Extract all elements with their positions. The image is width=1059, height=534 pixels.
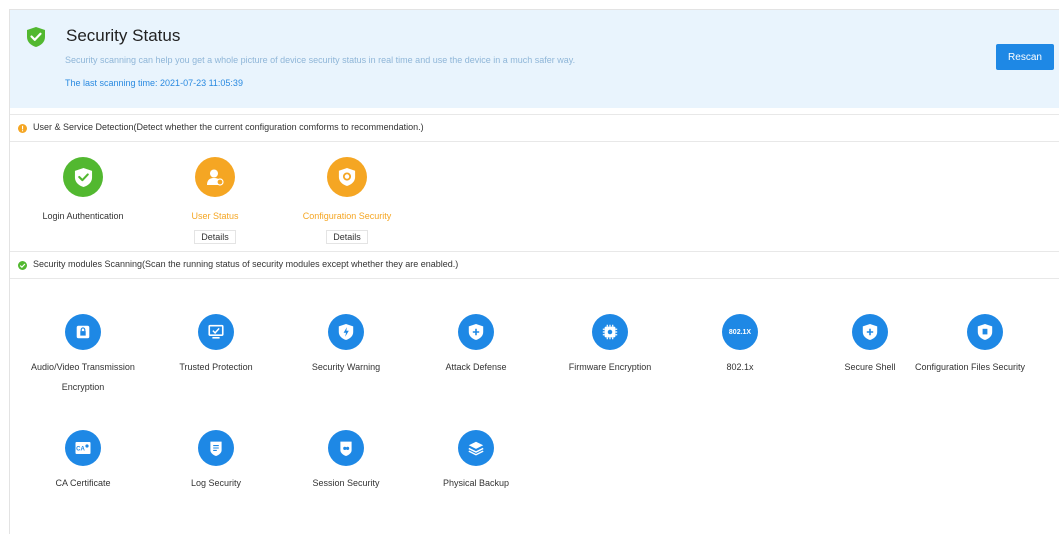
user-service-heading: User & Service Detection(Detect whether … — [33, 122, 424, 132]
warning-icon — [18, 124, 27, 133]
last-scan-time: The last scanning time: 2021-07-23 11:05… — [65, 78, 243, 88]
shield-check-icon — [27, 27, 45, 47]
certificate-icon-text: CA — [76, 447, 85, 453]
page-title: Security Status — [66, 26, 181, 45]
user-service-section-header: User & Service Detection(Detect whether … — [10, 114, 1059, 142]
module-physical-backup: Physical Backup — [396, 430, 556, 493]
module-label: Configuration Files Security — [915, 362, 1026, 372]
shield-check-icon — [63, 157, 103, 197]
user-status-item: User Status Details — [140, 157, 290, 245]
page-description: Security scanning can help you get a who… — [65, 55, 576, 65]
802-1x-icon: 802.1X — [722, 314, 758, 350]
shield-bolt-icon — [328, 314, 364, 350]
modules-section-header: Security modules Scanning(Scan the runni… — [10, 251, 1059, 279]
login-authentication-item: Login Authentication — [8, 157, 158, 226]
user-icon — [195, 157, 235, 197]
shield-plus-icon — [458, 314, 494, 350]
shield-gear-icon — [327, 157, 367, 197]
layers-icon — [458, 430, 494, 466]
item-label: User Status — [191, 211, 239, 221]
module-configuration-files-security: Configuration Files Security — [910, 314, 1059, 377]
shield-plus-icon — [852, 314, 888, 350]
item-label: Login Authentication — [42, 211, 124, 221]
chip-gear-icon — [592, 314, 628, 350]
check-circle-icon — [18, 261, 27, 270]
log-shield-icon — [198, 430, 234, 466]
lock-doc-icon — [65, 314, 101, 350]
module-label: Physical Backup — [442, 478, 510, 488]
session-shield-icon — [328, 430, 364, 466]
item-label: Configuration Security — [302, 211, 392, 221]
security-status-header: Security Status Security scanning can he… — [10, 10, 1059, 108]
configuration-security-item: Configuration Security Details — [272, 157, 422, 245]
configuration-security-details-button[interactable]: Details — [326, 230, 368, 244]
modules-heading: Security modules Scanning(Scan the runni… — [33, 259, 459, 269]
monitor-check-icon — [198, 314, 234, 350]
user-status-details-button[interactable]: Details — [194, 230, 236, 244]
module-label-line: Encryption — [61, 382, 105, 392]
rescan-button[interactable]: Rescan — [996, 44, 1054, 70]
802-1x-icon-text: 802.1X — [728, 328, 752, 336]
shield-doc-icon — [967, 314, 1003, 350]
certificate-icon: CA — [65, 430, 101, 466]
